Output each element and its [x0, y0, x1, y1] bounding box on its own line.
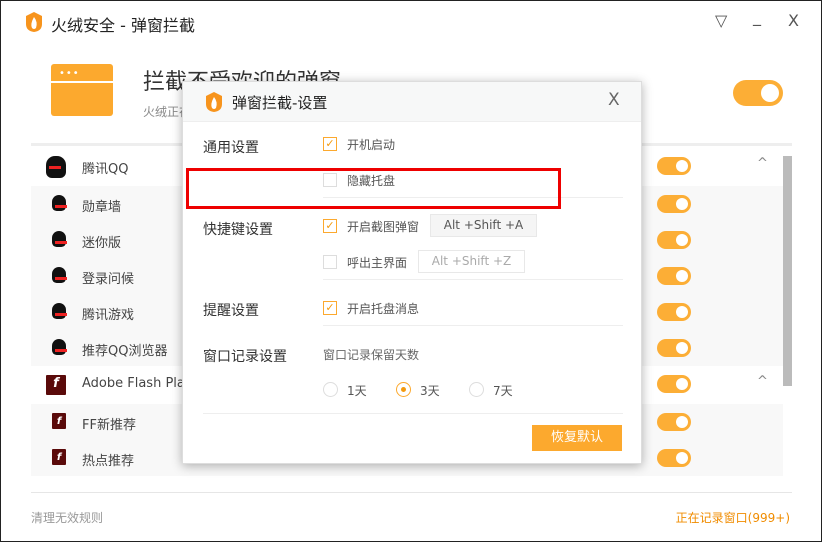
screenshot-hotkey-label: 开启截图弹窗 — [347, 220, 420, 234]
flash-icon: f — [52, 413, 66, 429]
main-window-hotkey-field[interactable]: Alt +Shift +Z — [418, 250, 525, 273]
qq-penguin-icon — [52, 267, 67, 283]
divider — [203, 413, 623, 414]
autostart-label: 开机启动 — [347, 138, 396, 152]
rule-toggle[interactable] — [657, 157, 691, 175]
reset-default-button[interactable]: 恢复默认 — [532, 425, 622, 451]
main-window-hotkey-label: 呼出主界面 — [347, 256, 408, 270]
rule-toggle[interactable] — [657, 303, 691, 321]
popup-window-icon: ••• — [51, 64, 113, 116]
record-days-label: 窗口记录保留天数 — [323, 348, 420, 362]
flash-icon: f — [52, 449, 66, 465]
rule-toggle[interactable] — [657, 413, 691, 431]
rule-toggle[interactable] — [657, 449, 691, 467]
qq-penguin-icon — [52, 303, 67, 319]
recording-windows-link[interactable]: 正在记录窗口(999+) — [676, 509, 790, 526]
list-item-label: 推荐QQ浏览器 — [82, 344, 168, 359]
general-settings-label: 通用设置 — [203, 140, 259, 156]
master-toggle[interactable] — [733, 80, 783, 106]
divider — [31, 492, 792, 493]
dialog-header: 弹窗拦截-设置 X — [183, 82, 641, 122]
dialog-close-button[interactable]: X — [608, 90, 620, 110]
list-item-label: 腾讯游戏 — [82, 308, 135, 323]
list-item-label: 迷你版 — [82, 236, 122, 251]
divider — [323, 325, 623, 326]
rule-toggle[interactable] — [657, 231, 691, 249]
clean-rules-link[interactable]: 清理无效规则 — [31, 509, 103, 526]
tray-message-checkbox[interactable]: ✓ — [323, 301, 337, 315]
qq-penguin-icon — [52, 339, 67, 355]
menu-icon[interactable]: ▽ — [715, 11, 727, 30]
chevron-up-icon[interactable]: ^ — [757, 156, 768, 171]
record-settings-label: 窗口记录设置 — [203, 349, 287, 365]
divider — [323, 279, 623, 280]
screenshot-hotkey-checkbox[interactable]: ✓ — [323, 219, 337, 233]
highlight-box — [186, 168, 561, 209]
huorong-logo-icon — [206, 92, 222, 112]
qq-penguin-icon — [52, 195, 67, 211]
radio-7-days-label: 7天 — [493, 384, 513, 398]
radio-7-days[interactable] — [469, 382, 484, 397]
radio-1-day-label: 1天 — [347, 384, 367, 398]
flash-icon: f — [46, 375, 66, 395]
dialog-title: 弹窗拦截-设置 — [232, 94, 328, 112]
remind-settings-label: 提醒设置 — [203, 303, 259, 319]
radio-3-days-label: 3天 — [420, 384, 440, 398]
radio-1-day[interactable] — [323, 382, 338, 397]
qq-penguin-icon — [46, 156, 66, 178]
scrollbar[interactable] — [782, 146, 792, 491]
autostart-checkbox[interactable]: ✓ — [323, 137, 337, 151]
list-item-label: 腾讯QQ — [82, 162, 129, 177]
rule-toggle[interactable] — [657, 339, 691, 357]
rule-toggle[interactable] — [657, 195, 691, 213]
rule-toggle[interactable] — [657, 375, 691, 393]
list-item-label: 热点推荐 — [82, 454, 135, 469]
chevron-up-icon[interactable]: ^ — [757, 374, 768, 389]
list-item-label: 登录问候 — [82, 272, 135, 287]
qq-penguin-icon — [52, 231, 67, 247]
settings-dialog: 弹窗拦截-设置 X 通用设置 ✓ 开机启动 隐藏托盘 快捷键设置 ✓ 开启截图弹… — [182, 81, 642, 464]
scrollbar-thumb[interactable] — [783, 156, 792, 386]
main-window-hotkey-checkbox[interactable] — [323, 255, 337, 269]
main-window: 火绒安全 - 弹窗拦截 ▽ _ X ••• 拦截不受欢迎的弹窗 火绒正在 腾讯Q… — [0, 0, 822, 542]
list-item-label: Adobe Flash Play — [82, 376, 193, 391]
list-item-label: 勋章墙 — [82, 200, 122, 215]
radio-3-days[interactable] — [396, 382, 411, 397]
tray-message-label: 开启托盘消息 — [347, 302, 420, 316]
list-item-label: FF新推荐 — [82, 418, 136, 433]
screenshot-hotkey-field[interactable]: Alt +Shift +A — [430, 214, 537, 237]
minimize-button[interactable]: _ — [753, 7, 761, 26]
rule-toggle[interactable] — [657, 267, 691, 285]
huorong-logo-icon — [26, 12, 42, 32]
close-button[interactable]: X — [788, 11, 799, 30]
hotkey-settings-label: 快捷键设置 — [203, 222, 273, 238]
window-title: 火绒安全 - 弹窗拦截 — [51, 16, 195, 35]
